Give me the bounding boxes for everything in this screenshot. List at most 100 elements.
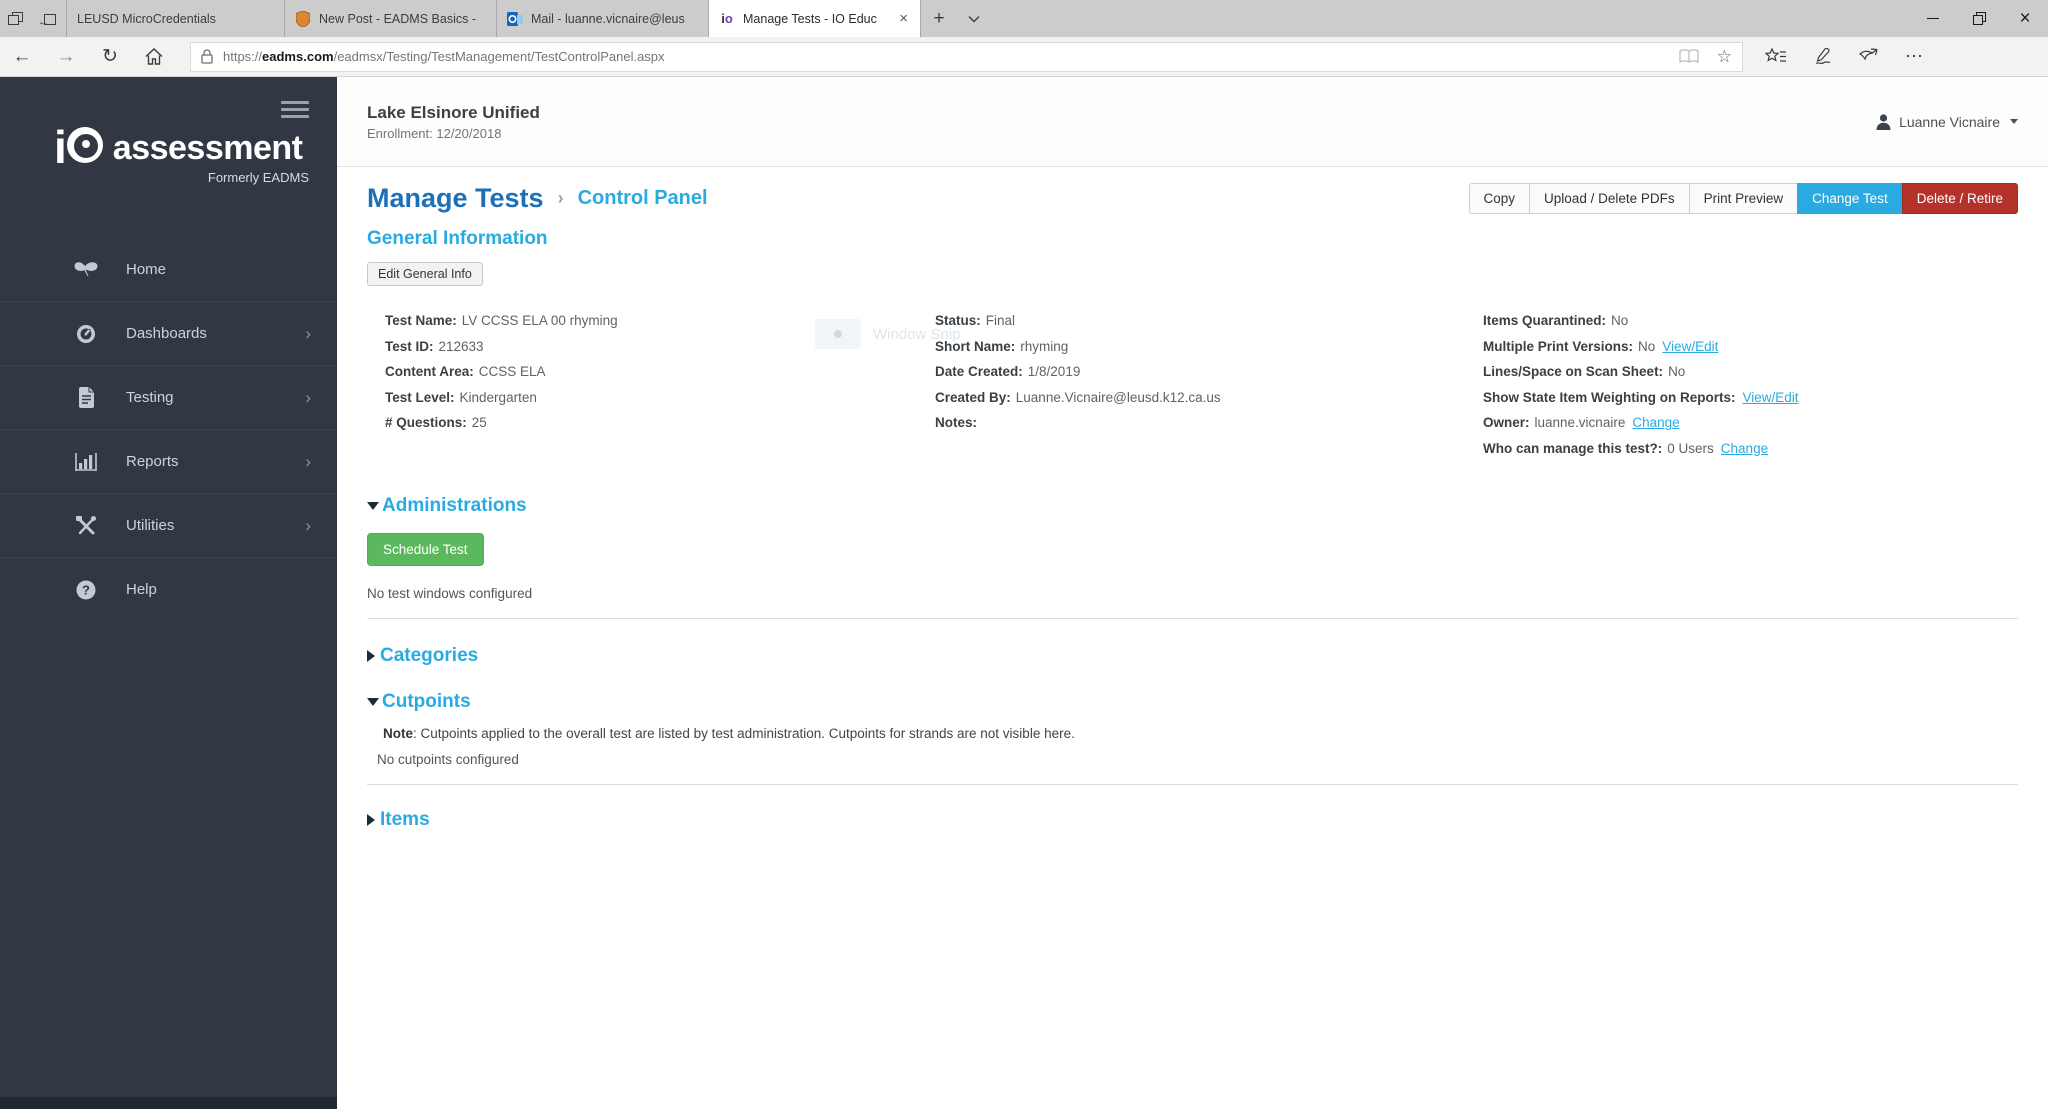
tab-tools: ←: [0, 0, 67, 37]
enrollment-date: Enrollment: 12/20/2018: [367, 125, 502, 141]
collapse-caret-icon: [367, 698, 379, 706]
user-icon: [1876, 113, 1891, 130]
sidebar-item-reports[interactable]: Reports ›: [0, 429, 337, 493]
url-field[interactable]: https://eadms.com/eadmsx/Testing/TestMan…: [190, 41, 1743, 72]
share-icon[interactable]: [1859, 48, 1879, 65]
field-content-area: Content Area: CCSS ELA: [385, 364, 546, 379]
browser-tab-mail[interactable]: Mail - luanne.vicnaire@leus: [497, 0, 709, 37]
hamburger-menu-icon[interactable]: [281, 101, 309, 122]
delete-retire-button[interactable]: Delete / Retire: [1901, 183, 2018, 214]
forward-icon[interactable]: →: [44, 46, 88, 68]
change-owner-link[interactable]: Change: [1632, 415, 1679, 430]
breadcrumb-separator: ›: [557, 188, 564, 208]
copy-button[interactable]: Copy: [1468, 183, 1531, 214]
shield-favicon-icon: [295, 10, 311, 27]
window-controls: ×: [1910, 0, 2048, 37]
field-who-can-manage: Who can manage this test?: 0 Users Change: [1483, 440, 1769, 456]
chevron-right-icon: ›: [305, 451, 311, 471]
tab-title: LEUSD MicroCredentials: [77, 11, 216, 26]
sidebar-item-dashboards[interactable]: Dashboards ›: [0, 301, 337, 365]
field-status: Status: Final: [935, 313, 1016, 328]
field-date-created: Date Created: 1/8/2019: [935, 364, 1081, 379]
view-edit-link[interactable]: View/Edit: [1662, 339, 1718, 354]
administrations-section-header[interactable]: Administrations: [367, 495, 2018, 517]
cutpoints-section-header[interactable]: Cutpoints: [367, 691, 2018, 713]
dashboard-gauge-icon: [74, 324, 98, 344]
page-content: Window Snip Manage Tests › Control Panel…: [337, 167, 2048, 1109]
main-panel: Lake Elsinore Unified Enrollment: 12/20/…: [337, 77, 2048, 1109]
action-button-group: Copy Upload / Delete PDFs Print Preview …: [1468, 183, 2018, 214]
schedule-test-button[interactable]: Schedule Test: [367, 533, 484, 566]
tools-icon: [74, 515, 98, 536]
reading-view-icon[interactable]: [1679, 49, 1699, 64]
view-edit-link[interactable]: View/Edit: [1743, 390, 1799, 405]
field-short-name: Short Name: rhyming: [935, 338, 1069, 354]
categories-section-header[interactable]: Categories: [367, 645, 2018, 667]
chevron-right-icon: ›: [305, 323, 311, 343]
close-tab-icon[interactable]: ×: [897, 10, 910, 27]
logo-tagline: Formerly EADMS: [207, 170, 309, 186]
chevron-right-icon: ›: [305, 387, 311, 407]
io-assessment-logo: i assessment Formerly EADMS: [54, 121, 309, 186]
field-notes: Notes:: [935, 415, 978, 430]
new-tab-button[interactable]: +: [921, 0, 957, 37]
cutpoints-note: Note: Cutpoints applied to the overall t…: [383, 726, 1075, 741]
minimize-button[interactable]: [1910, 0, 1956, 37]
print-preview-button[interactable]: Print Preview: [1688, 183, 1799, 214]
back-icon[interactable]: ←: [0, 46, 44, 68]
home-icon[interactable]: [132, 48, 176, 65]
browser-tab-strip: ← LEUSD MicroCredentials New Post - EADM…: [0, 0, 2048, 37]
outlook-favicon-icon: [507, 11, 523, 27]
expand-caret-icon: [367, 650, 375, 662]
add-favorite-star-icon[interactable]: ☆: [1717, 47, 1732, 67]
field-items-quarantined: Items Quarantined: No: [1483, 313, 1629, 328]
lock-icon: [201, 49, 213, 64]
set-tabs-aside-icon[interactable]: ←: [38, 12, 58, 27]
change-test-button[interactable]: Change Test: [1797, 183, 1903, 214]
field-multiple-print-versions: Multiple Print Versions: No View/Edit: [1483, 338, 1719, 354]
user-menu[interactable]: Luanne Vicnaire: [1876, 114, 2018, 130]
browser-tab-leusd[interactable]: LEUSD MicroCredentials: [67, 0, 285, 37]
browser-tab-newpost[interactable]: New Post - EADMS Basics -: [285, 0, 497, 37]
field-test-name: Test Name: LV CCSS ELA 00 rhyming: [385, 313, 618, 328]
settings-more-icon[interactable]: ⋯: [1905, 46, 1924, 67]
items-section-header[interactable]: Items: [367, 809, 2018, 831]
no-test-windows-text: No test windows configured: [367, 586, 533, 601]
field-state-item-weighting: Show State Item Weighting on Reports: Vie…: [1483, 389, 1799, 405]
caret-down-icon: [2010, 119, 2018, 124]
collapse-caret-icon: [367, 502, 379, 510]
refresh-icon[interactable]: ↻: [88, 45, 132, 68]
breadcrumb-control-panel: Control Panel: [577, 187, 708, 209]
close-window-button[interactable]: ×: [2002, 0, 2048, 37]
change-managers-link[interactable]: Change: [1721, 441, 1768, 456]
tab-title: Mail - luanne.vicnaire@leus: [531, 11, 685, 26]
field-test-id: Test ID: 212633: [385, 338, 484, 354]
tab-list-dropdown-icon[interactable]: [957, 0, 991, 37]
sidebar-item-testing[interactable]: Testing ›: [0, 365, 337, 429]
general-information-heading: General Information: [367, 228, 548, 249]
sidebar-item-home[interactable]: Home: [0, 237, 337, 301]
district-name: Lake Elsinore Unified: [367, 102, 540, 122]
document-icon: [74, 387, 98, 409]
no-cutpoints-text: No cutpoints configured: [377, 752, 519, 767]
sidebar: i assessment Formerly EADMS Home Dashboa…: [0, 77, 337, 1109]
sidebar-item-help[interactable]: ? Help: [0, 557, 337, 621]
field-created-by: Created By: Luanne.Vicnaire@leusd.k12.ca.…: [935, 389, 1221, 405]
field-test-level: Test Level: Kindergarten: [385, 389, 537, 405]
upload-delete-pdfs-button[interactable]: Upload / Delete PDFs: [1529, 183, 1690, 214]
browser-tab-active-manage-tests[interactable]: io Manage Tests - IO Educ ×: [709, 0, 921, 37]
site-header: Lake Elsinore Unified Enrollment: 12/20/…: [337, 77, 2048, 167]
annotate-pen-icon[interactable]: [1813, 48, 1833, 65]
restore-button[interactable]: [1956, 0, 2002, 37]
sidebar-item-utilities[interactable]: Utilities ›: [0, 493, 337, 557]
chevron-right-icon: ›: [305, 515, 311, 535]
svg-text:?: ?: [82, 582, 90, 597]
edit-general-info-button[interactable]: Edit General Info: [367, 262, 483, 286]
info-column-1: Test Name: LV CCSS ELA 00 rhyming Test ID…: [385, 308, 935, 461]
butterfly-home-icon: [74, 261, 98, 277]
favorites-hub-icon[interactable]: [1765, 48, 1787, 65]
app-frame: i assessment Formerly EADMS Home Dashboa…: [0, 77, 2048, 1109]
sidebar-bottom-strip: [0, 1097, 337, 1109]
tab-preview-icon[interactable]: [8, 11, 26, 26]
info-column-3: Items Quarantined: No Multiple Print Vers…: [1483, 308, 1799, 461]
